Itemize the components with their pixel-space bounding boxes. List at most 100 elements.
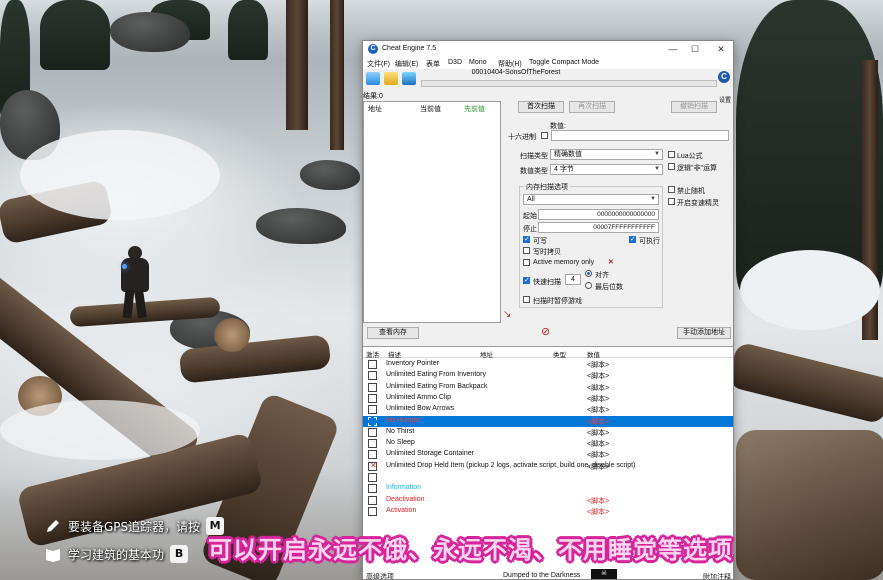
hex-checkbox[interactable]: [541, 132, 548, 139]
speed-hack-label: 开启变速精灵: [677, 200, 719, 207]
fast-scan-alignment-input[interactable]: 4: [565, 274, 581, 285]
advanced-options-button[interactable]: 高级选项: [366, 572, 394, 579]
chevron-down-icon: ▼: [654, 151, 660, 157]
active-memory-checkbox[interactable]: [523, 259, 530, 266]
executable-checkbox[interactable]: [629, 235, 636, 243]
table-row[interactable]: Unlimited Storage Container <脚本>: [363, 449, 733, 460]
table-row[interactable]: No Hunger <脚本>: [363, 415, 733, 427]
col-type[interactable]: 类型: [553, 349, 566, 359]
log-end: [214, 318, 250, 352]
menu-edit[interactable]: 编辑(E): [395, 59, 418, 69]
last-digits-radio[interactable]: [585, 282, 592, 289]
not-logic-checkbox[interactable]: [668, 163, 675, 170]
col-description[interactable]: 描述: [388, 349, 401, 359]
menu-toggle-compact[interactable]: Toggle Compact Mode: [529, 59, 599, 66]
activate-checkbox[interactable]: [368, 371, 377, 381]
table-row[interactable]: Inventory Pointer <脚本>: [363, 359, 733, 370]
align-radio[interactable]: [585, 270, 592, 277]
col-address[interactable]: 地址: [480, 349, 493, 359]
value-type-select[interactable]: 4 字节 ▼: [550, 164, 663, 175]
disable-random-checkbox[interactable]: [668, 186, 675, 193]
table-row[interactable]: Unlimited Bow Arrows <脚本>: [363, 404, 733, 415]
lua-formula-label: Lua公式: [677, 153, 703, 160]
pause-game-checkbox[interactable]: [523, 296, 530, 303]
menu-mono[interactable]: Mono: [469, 59, 487, 66]
stop-address-input[interactable]: 00007FFFFFFFFFFF: [538, 222, 659, 233]
rock: [300, 160, 360, 190]
table-row[interactable]: [363, 472, 733, 483]
menu-d3d[interactable]: D3D: [448, 59, 462, 66]
copy-on-write-checkbox[interactable]: [523, 247, 530, 254]
table-row[interactable]: Unlimited Drop Held Item (pickup 2 logs,…: [363, 461, 733, 472]
table-row[interactable]: Deactivation <脚本>: [363, 495, 733, 506]
table-extras-button[interactable]: 附加注释: [703, 572, 731, 579]
menu-table[interactable]: 表单: [426, 59, 440, 69]
open-file-icon[interactable]: [384, 72, 398, 85]
attached-process: 00010404-SonsOfTheForest: [471, 69, 561, 76]
writable-checkbox[interactable]: [523, 235, 530, 243]
window-title: Cheat Engine 7.5: [382, 45, 437, 52]
settings-button[interactable]: 设置: [719, 95, 731, 104]
next-scan-button[interactable]: 再次扫描: [569, 101, 615, 113]
first-scan-button[interactable]: 首次扫描: [518, 101, 564, 113]
activate-checkbox[interactable]: [368, 405, 377, 415]
scan-results-list[interactable]: 地址 当前值 先前值: [363, 101, 501, 323]
menu-file[interactable]: 文件(F): [367, 59, 390, 69]
table-row[interactable]: Unlimited Eating From Backpack <脚本>: [363, 382, 733, 393]
hex-label: 十六进制: [508, 134, 536, 141]
table-row[interactable]: No Thirst <脚本>: [363, 427, 733, 438]
minimize-button[interactable]: —: [665, 43, 681, 55]
activate-checkbox[interactable]: [368, 495, 377, 505]
activate-checkbox[interactable]: [368, 427, 377, 437]
activate-checkbox[interactable]: [368, 450, 377, 460]
table-row[interactable]: Unlimited Ammo Clip <脚本>: [363, 393, 733, 404]
activate-checkbox[interactable]: [368, 439, 377, 449]
save-icon[interactable]: [402, 72, 416, 85]
open-process-icon[interactable]: [366, 72, 380, 85]
activate-checkbox[interactable]: [368, 382, 377, 392]
col-current-value[interactable]: 当前值: [420, 104, 441, 114]
col-value[interactable]: 数值: [587, 349, 600, 359]
activate-checkbox[interactable]: [368, 506, 377, 516]
activate-checkbox[interactable]: [368, 416, 377, 426]
status-bar: 高级选项 Dumped to the Darkness ☠ 附加注释: [363, 569, 733, 579]
col-previous-value[interactable]: 先前值: [464, 104, 485, 114]
col-address[interactable]: 地址: [368, 104, 382, 114]
add-address-manually-button[interactable]: 手动添加地址: [677, 327, 731, 339]
activate-checkbox[interactable]: [368, 484, 377, 494]
memory-region-select[interactable]: All ▼: [523, 194, 659, 205]
start-address-input[interactable]: 0000000000000000: [538, 209, 659, 220]
row-value: <脚本>: [587, 407, 610, 415]
scan-type-select[interactable]: 精确数值 ▼: [550, 149, 663, 160]
activate-checkbox[interactable]: [368, 461, 377, 471]
maximize-button[interactable]: ☐: [687, 43, 703, 55]
pine-tree: [40, 0, 110, 70]
title-bar[interactable]: C Cheat Engine 7.5 — ☐ ✕: [363, 41, 733, 57]
ce-logo-icon[interactable]: C: [717, 71, 731, 87]
table-row[interactable]: Information: [363, 483, 733, 494]
col-active[interactable]: 激活: [366, 349, 379, 359]
table-row[interactable]: Activation <脚本>: [363, 506, 733, 517]
memory-view-button[interactable]: 查看内存: [367, 327, 419, 339]
stop-icon[interactable]: ⊘: [541, 325, 550, 338]
speed-hack-checkbox[interactable]: [668, 198, 675, 205]
activate-checkbox[interactable]: [368, 473, 377, 482]
row-description: No Hunger: [386, 416, 420, 424]
value-input[interactable]: [551, 130, 729, 141]
activate-checkbox[interactable]: [368, 393, 377, 403]
activate-checkbox[interactable]: [368, 360, 377, 369]
fast-scan-checkbox[interactable]: [523, 276, 530, 284]
table-row[interactable]: No Sleep <脚本>: [363, 438, 733, 449]
close-button[interactable]: ✕: [713, 43, 729, 55]
table-row[interactable]: Unlimited Eating From Inventory <脚本>: [363, 370, 733, 381]
row-value: <脚本>: [587, 441, 610, 449]
row-description: No Thirst: [386, 427, 415, 435]
undo-scan-button[interactable]: 撤销扫描: [671, 101, 717, 113]
menu-help[interactable]: 帮助(H): [498, 59, 522, 69]
row-description: Unlimited Eating From Inventory: [386, 371, 486, 379]
clear-icon[interactable]: ✕: [608, 258, 614, 266]
scan-progress-bar: [421, 80, 717, 87]
lua-formula-checkbox[interactable]: [668, 151, 675, 158]
rock: [256, 208, 346, 244]
add-to-list-arrow-icon[interactable]: ↘: [503, 309, 511, 320]
